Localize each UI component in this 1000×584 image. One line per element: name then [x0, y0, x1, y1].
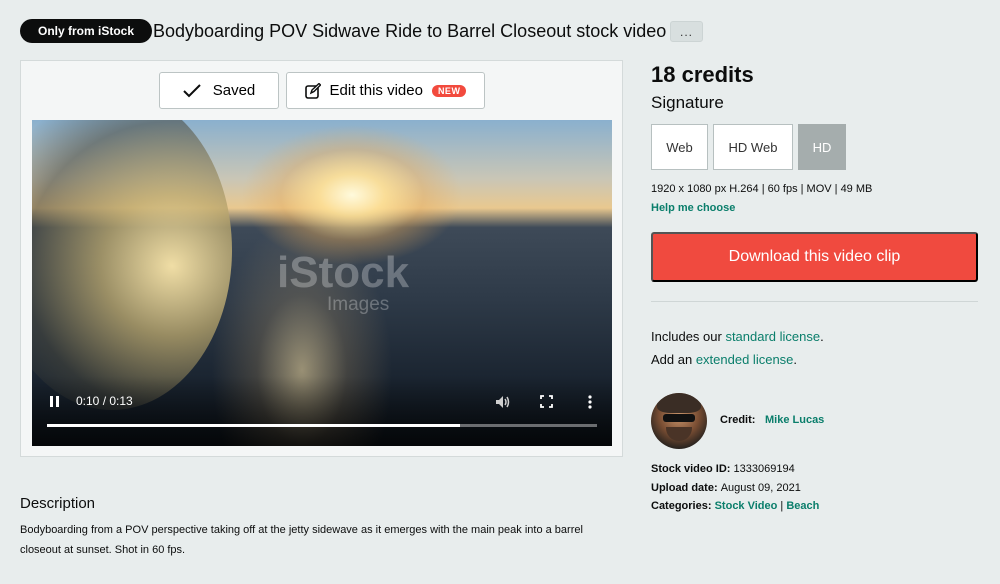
size-option-hd-web[interactable]: HD Web [713, 124, 793, 170]
collection-tier: Signature [651, 93, 724, 112]
description-heading: Description [20, 495, 96, 512]
video-player-panel: Saved Edit this video NEW iStock Images … [20, 60, 623, 457]
saved-label: Saved [212, 82, 256, 99]
progress-bar[interactable] [47, 424, 597, 427]
progress-fill [47, 424, 460, 427]
stock-id: Stock video ID: 1333069194 [651, 463, 795, 475]
edit-video-button[interactable]: Edit this video NEW [286, 72, 485, 109]
contributor-link[interactable]: Mike Lucas [765, 414, 824, 426]
stock-id-value: 1333069194 [733, 463, 795, 475]
edit-label: Edit this video [329, 82, 423, 99]
more-vertical-icon[interactable] [588, 395, 592, 409]
size-option-hd[interactable]: HD [798, 124, 846, 170]
wave-image [32, 120, 232, 410]
categories: Categories: Stock Video | Beach [651, 500, 819, 512]
file-spec: 1920 x 1080 px H.264 | 60 fps | MOV | 49… [651, 183, 873, 195]
license-text: Includes our [651, 329, 726, 344]
download-button[interactable]: Download this video clip [651, 232, 978, 282]
license-period: . [820, 329, 824, 344]
category-link-stock-video[interactable]: Stock Video [715, 500, 778, 512]
standard-license-line: Includes our standard license. [651, 329, 824, 344]
upload-date-label: Upload date: [651, 482, 718, 494]
page-title: Bodyboarding POV Sidwave Ride to Barrel … [153, 21, 667, 41]
more-options-button[interactable]: ... [670, 21, 703, 42]
watermark-sub: Images [327, 294, 390, 315]
saved-button[interactable]: Saved [159, 72, 279, 109]
license-text: Add an [651, 352, 696, 367]
extended-license-link[interactable]: extended license [696, 352, 794, 367]
watermark: iStock [277, 248, 410, 297]
controls-shade [32, 376, 612, 446]
edit-icon [304, 82, 321, 99]
new-badge: NEW [431, 84, 467, 97]
description-text: Bodyboarding from a POV perspective taki… [20, 524, 583, 556]
credit-label: Credit: [720, 414, 756, 426]
pause-icon[interactable] [50, 396, 61, 407]
divider [651, 301, 978, 302]
volume-icon[interactable] [495, 395, 511, 409]
category-link-beach[interactable]: Beach [786, 500, 819, 512]
license-period: . [793, 352, 798, 367]
size-option-web[interactable]: Web [651, 124, 708, 170]
contributor-avatar[interactable] [651, 393, 707, 449]
time-readout: 0:10 / 0:13 [76, 394, 133, 408]
extended-license-line: Add an extended license. [651, 352, 797, 367]
video-frame[interactable]: iStock Images 0:10 / 0:13 [32, 120, 612, 446]
standard-license-link[interactable]: standard license [725, 329, 820, 344]
exclusive-badge: Only from iStock [20, 19, 153, 43]
categories-label: Categories: [651, 500, 712, 512]
check-icon [183, 83, 201, 97]
credits-price: 18 credits [651, 62, 754, 87]
stock-id-label: Stock video ID: [651, 463, 731, 475]
help-me-choose-link[interactable]: Help me choose [651, 202, 735, 214]
category-separator: | [780, 500, 784, 512]
upload-date: Upload date: August 09, 2021 [651, 482, 801, 494]
upload-date-value: August 09, 2021 [720, 482, 801, 494]
fullscreen-icon[interactable] [540, 395, 553, 408]
